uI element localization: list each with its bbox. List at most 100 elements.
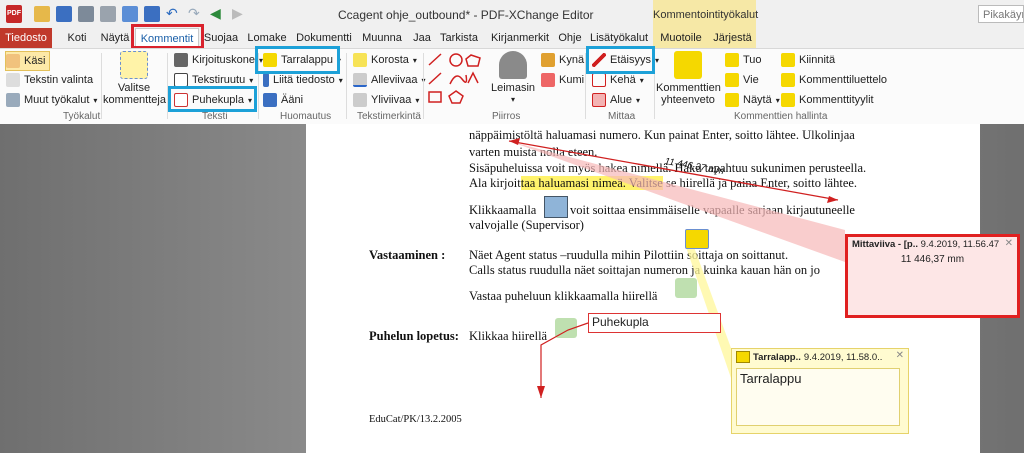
polyline-tool-icon — [467, 71, 479, 84]
group-label-manage: Kommenttien hallinta — [734, 111, 828, 122]
comment-summary-button[interactable]: Kommenttien yhteenveto — [656, 51, 721, 106]
save-icon[interactable] — [56, 6, 72, 22]
document-line: Klikkaamalla — [469, 203, 537, 217]
tab-arrange[interactable]: Järjestä — [709, 28, 756, 48]
note-popup-date: 9.4.2019, 11.58.0.. — [803, 351, 883, 363]
typewriter-button[interactable]: Kirjoituskone ▾ — [174, 51, 263, 69]
pencil-button[interactable]: Kynä — [541, 51, 584, 69]
chevron-down-icon: ▾ — [639, 75, 644, 85]
stamp-icon — [499, 51, 527, 79]
tab-view[interactable]: Näytä — [96, 28, 134, 48]
tab-bookmarks[interactable]: Kirjanmerkit — [485, 28, 555, 48]
cloud-tool-icon — [449, 74, 468, 85]
text-cursor-icon — [6, 73, 20, 87]
sticky-note-annotation-icon[interactable] — [685, 229, 709, 249]
strikeout-label: Yliviivaa — [371, 94, 412, 106]
email-icon[interactable] — [100, 6, 116, 22]
strikeout-button[interactable]: Yliviivaa ▾ — [353, 91, 419, 109]
select-comments-button[interactable]: Valitse kommentteja — [103, 51, 166, 106]
window-title: Ccagent ohje_outbound* - PDF-XChange Edi… — [338, 8, 594, 22]
attach-file-label: Liitä tiedosto — [273, 74, 335, 86]
quick-launch-search[interactable]: Pikakäynnistys — [978, 5, 1024, 23]
stamp-button[interactable]: Leimasin ▾ — [488, 51, 538, 106]
document-text: se hiirellä ja paina Enter, soitto lähte… — [662, 176, 858, 190]
pin-button[interactable]: Kiinnitä — [781, 51, 835, 69]
underline-icon — [353, 73, 367, 87]
export-button[interactable]: Vie — [725, 71, 759, 89]
forward-icon[interactable]: ▶ — [232, 6, 248, 22]
document-text: Ala kirjoit — [469, 176, 521, 190]
tab-share[interactable]: Jaa — [409, 28, 435, 48]
tab-home[interactable]: Koti — [60, 28, 94, 48]
select-comments-icon — [120, 51, 148, 79]
show-button[interactable]: Näytä ▾ — [725, 91, 780, 109]
underline-button[interactable]: Alleviivaa ▾ — [353, 71, 425, 89]
close-icon[interactable]: ✕ — [1005, 238, 1013, 249]
app-icon[interactable]: PDF — [6, 5, 22, 23]
scan-icon[interactable] — [122, 6, 138, 22]
document-line: voit soittaa ensimmäiselle vapaalle sarj… — [570, 203, 855, 217]
tab-file[interactable]: Tiedosto — [0, 28, 52, 48]
redo-icon[interactable]: ↷ — [188, 6, 204, 22]
import-icon — [725, 53, 739, 67]
comment-list-label: Kommenttiluettelo — [799, 74, 888, 86]
chevron-down-icon: ▾ — [412, 55, 417, 65]
back-icon[interactable]: ◀ — [210, 6, 226, 22]
comment-summary-icon — [674, 51, 702, 79]
tab-form[interactable]: Lomake — [244, 28, 290, 48]
measure-comment-popup[interactable]: Mittaviiva - [p.. 9.4.2019, 11.56.47 ✕ 1… — [845, 234, 1020, 318]
print-icon[interactable] — [78, 6, 94, 22]
chevron-down-icon: ▾ — [510, 95, 515, 104]
tab-protect[interactable]: Suojaa — [200, 28, 242, 48]
highlight-callout-button — [168, 86, 257, 112]
eraser-button[interactable]: Kumi — [541, 71, 584, 89]
pentagon-tool-icon — [448, 90, 464, 104]
undo-icon[interactable]: ↶ — [166, 6, 182, 22]
measure-popup-body[interactable]: 11 446,37 mm — [848, 254, 1017, 265]
line-tool-icon — [428, 53, 442, 66]
pin-label: Kiinnitä — [799, 54, 836, 66]
text-select-button[interactable]: Tekstin valinta — [6, 71, 93, 89]
close-icon[interactable]: ✕ — [896, 350, 904, 361]
hand-tool-button[interactable]: Käsi — [5, 51, 51, 71]
open-folder-icon[interactable] — [34, 6, 50, 22]
oval-tool-icon — [449, 53, 463, 67]
document-line: Calls status ruudulla näet soittajan num… — [469, 263, 820, 277]
import-button[interactable]: Tuo — [725, 51, 762, 69]
chevron-down-icon: ▾ — [775, 95, 780, 105]
comment-list-button[interactable]: Kommenttiluettelo — [781, 71, 887, 89]
tab-extra-tools[interactable]: Lisätyökalut — [588, 28, 650, 48]
other-tools-button[interactable]: Muut työkalut ▾ — [6, 91, 97, 109]
sticky-note-popup[interactable]: Tarralapp.. 9.4.2019, 11.58.0.. ✕ Tarral… — [731, 348, 909, 434]
answer-phone-icon — [675, 278, 697, 298]
pencil-icon — [541, 53, 555, 67]
highlight-tab-comments — [131, 24, 204, 49]
group-label-markup: Tekstimerkintä — [357, 111, 421, 122]
highlight-distance-button — [586, 46, 655, 74]
typewriter-label: Kirjoituskone — [192, 54, 255, 66]
highlight-button[interactable]: Korosta ▾ — [353, 51, 417, 69]
tab-help[interactable]: Ohje — [555, 28, 585, 48]
pin-icon — [781, 53, 795, 67]
document-line: Klikkaa hiirellä — [469, 329, 548, 343]
save-as-icon[interactable] — [144, 6, 160, 22]
export-label: Vie — [743, 74, 759, 86]
hand-tool-label: Käsi — [24, 55, 46, 67]
callout-annotation[interactable]: Puhekupla — [588, 313, 721, 333]
sound-button[interactable]: Ääni — [263, 91, 303, 109]
tab-document[interactable]: Dokumentti — [293, 28, 355, 48]
highlight-sticky-note-button — [255, 46, 340, 74]
comment-styles-button[interactable]: Kommenttityylit — [781, 91, 874, 109]
tab-format[interactable]: Muotoile — [653, 28, 709, 48]
note-popup-body[interactable]: Tarralappu — [736, 368, 900, 426]
comment-icon — [736, 351, 750, 363]
comment-summary-label: Kommenttien yhteenveto — [656, 82, 721, 106]
tab-convert[interactable]: Muunna — [359, 28, 405, 48]
shape-tools-grid[interactable] — [426, 51, 484, 107]
highlight-annotation[interactable]: taa haluamasi nimeä. Valitse — [520, 176, 663, 190]
group-label-tools: Työkalut — [63, 111, 101, 122]
measure-popup-date: 9.4.2019, 11.56.47 — [920, 239, 1000, 250]
area-button[interactable]: Alue ▾ — [592, 91, 640, 109]
tab-review[interactable]: Tarkista — [439, 28, 479, 48]
note-popup-header: Tarralapp.. 9.4.2019, 11.58.0.. — [732, 349, 908, 365]
